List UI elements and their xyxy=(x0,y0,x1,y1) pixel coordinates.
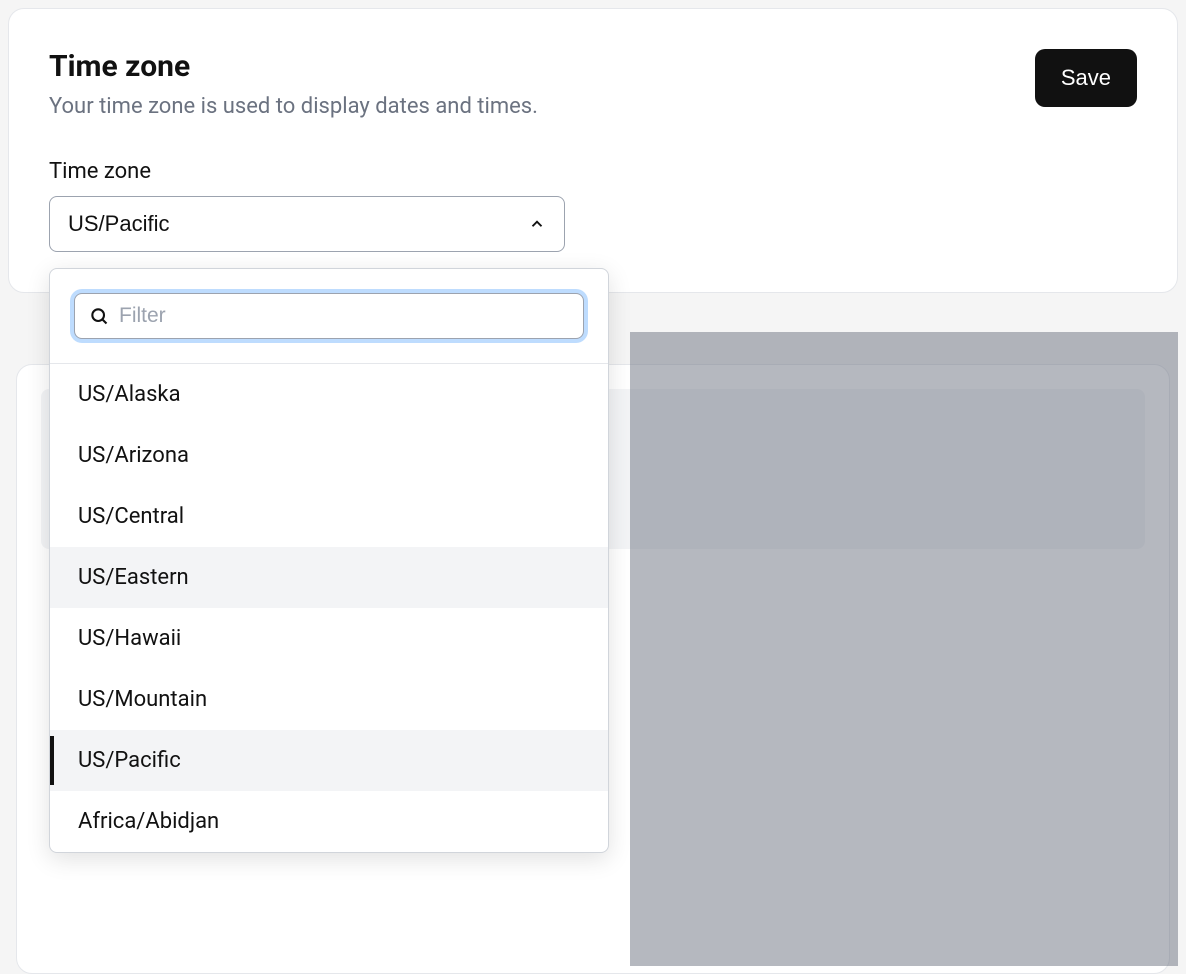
dropdown-item-us-eastern[interactable]: US/Eastern xyxy=(50,547,608,608)
page-container: Time zone Your time zone is used to disp… xyxy=(8,8,1178,966)
chevron-up-icon xyxy=(528,215,546,233)
dropdown-item-africa-abidjan[interactable]: Africa/Abidjan xyxy=(50,791,608,852)
dropdown-item-us-pacific[interactable]: US/Pacific xyxy=(50,730,608,791)
save-button[interactable]: Save xyxy=(1035,49,1137,107)
dropdown-list[interactable]: US/Alaska US/Arizona US/Central US/Easte… xyxy=(50,364,608,852)
card-title: Time zone xyxy=(49,49,1035,84)
dropdown-search[interactable] xyxy=(74,293,584,339)
filter-input[interactable] xyxy=(119,304,569,328)
card-header: Time zone Your time zone is used to disp… xyxy=(49,49,1137,119)
dropdown-item-us-central[interactable]: US/Central xyxy=(50,486,608,547)
timezone-selected-value: US/Pacific xyxy=(68,211,169,237)
timezone-dropdown: US/Alaska US/Arizona US/Central US/Easte… xyxy=(49,268,609,853)
dropdown-item-us-mountain[interactable]: US/Mountain xyxy=(50,669,608,730)
dropdown-item-us-alaska[interactable]: US/Alaska xyxy=(50,364,608,425)
dropdown-item-us-hawaii[interactable]: US/Hawaii xyxy=(50,608,608,669)
timezone-select-button[interactable]: US/Pacific xyxy=(49,196,565,252)
grey-overlay xyxy=(630,332,1178,966)
search-icon xyxy=(89,306,109,326)
dropdown-search-wrap xyxy=(50,269,608,364)
timezone-card: Time zone Your time zone is used to disp… xyxy=(8,8,1178,293)
dropdown-item-us-arizona[interactable]: US/Arizona xyxy=(50,425,608,486)
card-subtitle: Your time zone is used to display dates … xyxy=(49,94,1035,119)
timezone-select-wrapper: US/Pacific xyxy=(49,196,565,252)
timezone-field-label: Time zone xyxy=(49,159,1137,184)
card-header-text: Time zone Your time zone is used to disp… xyxy=(49,49,1035,119)
